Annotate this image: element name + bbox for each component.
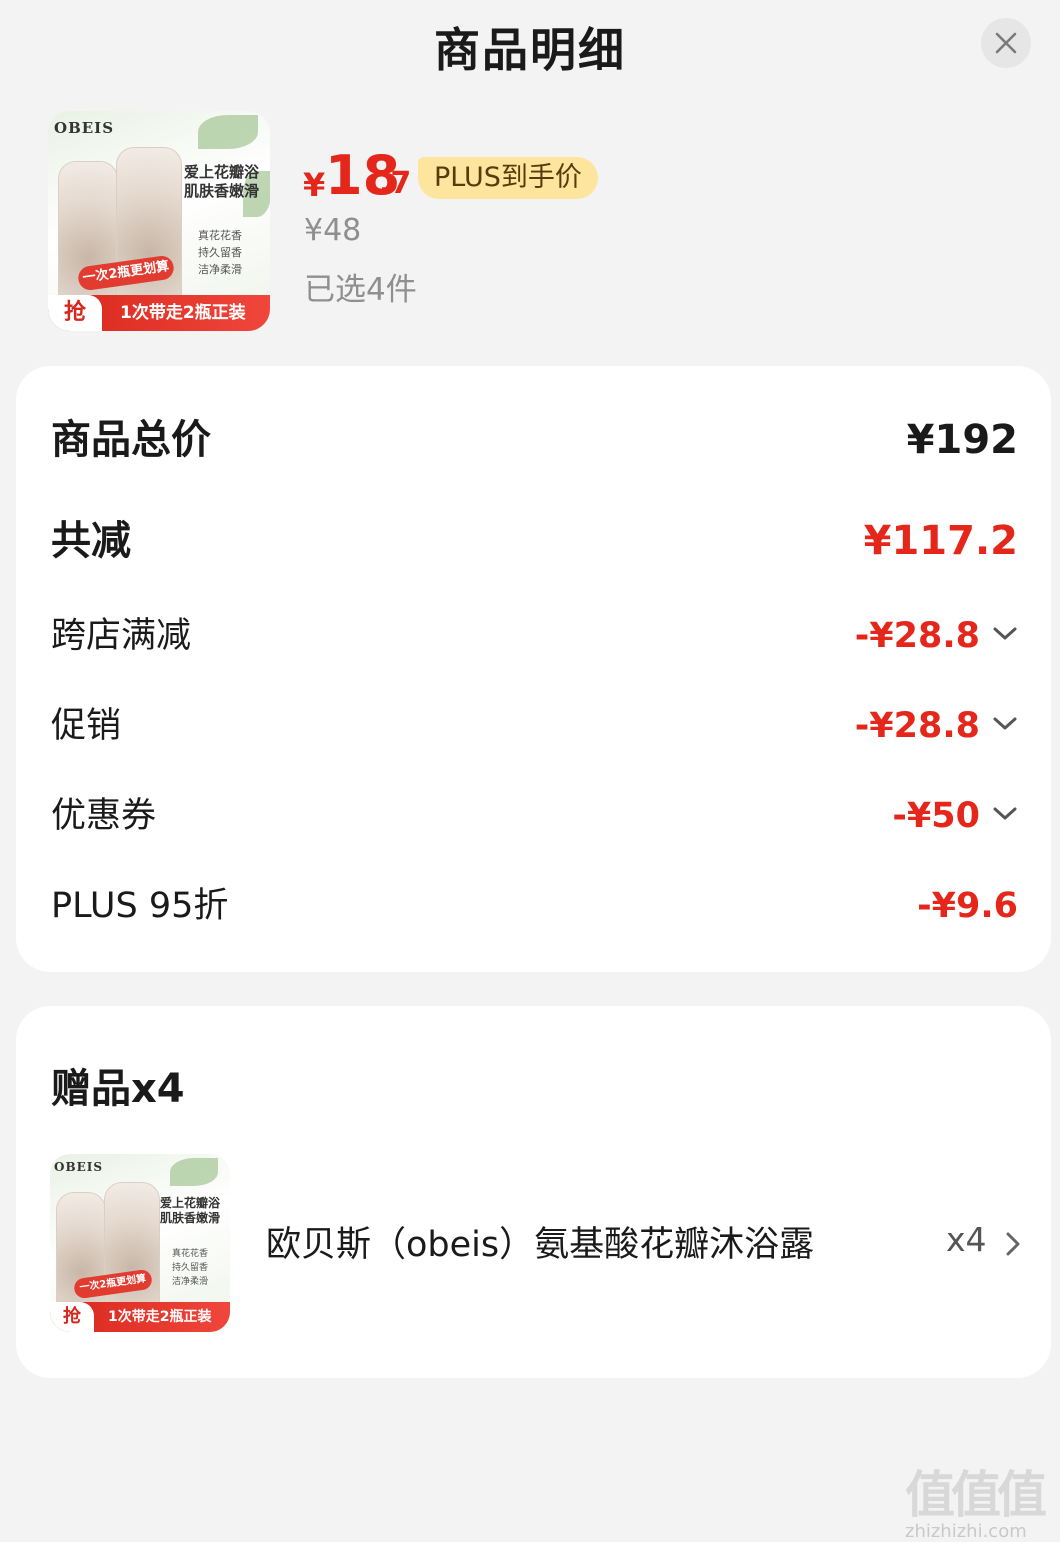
total-reduction-value: ¥117.2 (863, 518, 1018, 564)
page-title: 商品明细 (434, 23, 626, 77)
chevron-right-icon[interactable] (1004, 1230, 1022, 1258)
discount-value: -¥28.8 (854, 706, 980, 746)
total-price-row: 商品总价 ¥192 (51, 410, 1018, 470)
price-currency: ¥ (303, 166, 326, 204)
chevron-down-icon[interactable] (992, 624, 1018, 644)
discount-row-plus: PLUS 95折 -¥9.6 (51, 876, 1018, 936)
discount-row-promotion[interactable]: 促销 -¥28.8 (51, 696, 1018, 756)
promo-bar-text: 1次带走2瓶正装 (120, 303, 246, 323)
grab-label: 抢 (50, 1302, 94, 1332)
gift-item-name[interactable]: 欧贝斯（obeis）氨基酸花瓣沐浴露 (266, 1216, 846, 1267)
discount-value: -¥9.6 (917, 886, 1018, 926)
gift-item-quantity: x4 (946, 1220, 987, 1259)
total-price-value: ¥192 (906, 417, 1018, 463)
grab-label: 抢 (48, 295, 102, 331)
watermark-logo: 值值值 (905, 1466, 1047, 1524)
price-decimal: .7 (379, 166, 412, 201)
product-image[interactable]: OBEIS 爱上花瓣浴 肌肤香嫩滑 真花花香 持久留香 洁净柔滑 一次2瓶更划算… (48, 111, 270, 331)
close-icon (995, 32, 1017, 54)
promo-bar-text: 1次带走2瓶正装 (108, 1309, 212, 1325)
discount-row-cross-store[interactable]: 跨店满减 -¥28.8 (51, 606, 1018, 666)
discount-label: PLUS 95折 (51, 886, 229, 926)
total-reduction-row: 共减 ¥117.2 (51, 511, 1018, 571)
chevron-down-icon[interactable] (992, 714, 1018, 734)
original-price: ¥48 (304, 213, 362, 248)
discount-label: 优惠券 (51, 796, 157, 836)
product-headline: 爱上花瓣浴 肌肤香嫩滑 (160, 1196, 221, 1225)
plus-price-badge: PLUS到手价 (418, 157, 598, 199)
discount-value: -¥50 (892, 796, 980, 836)
total-reduction-label: 共减 (51, 518, 131, 564)
total-price-label: 商品总价 (51, 417, 211, 463)
watermark: 值值值 zhizhizhi.com (905, 1455, 1055, 1542)
gift-image[interactable]: OBEIS 爱上花瓣浴 肌肤香嫩滑 真花花香 持久留香 洁净柔滑 一次2瓶更划算… (50, 1154, 230, 1332)
close-button[interactable] (981, 18, 1031, 68)
selected-count: 已选4件 (304, 272, 417, 308)
product-headline: 爱上花瓣浴 肌肤香嫩滑 (184, 163, 260, 200)
brand-logo: OBEIS (54, 119, 115, 137)
promo-bar: 抢 1次带走2瓶正装 (50, 1302, 230, 1332)
chevron-down-icon[interactable] (992, 804, 1018, 824)
price-summary-card: 商品总价 ¥192 共减 ¥117.2 跨店满减 -¥28.8 促销 -¥28.… (16, 366, 1051, 972)
gifts-card: 赠品x4 OBEIS 爱上花瓣浴 肌肤香嫩滑 真花花香 持久留香 洁净柔滑 一次… (16, 1006, 1051, 1378)
discount-label: 促销 (51, 706, 122, 746)
promo-bar: 抢 1次带走2瓶正装 (48, 295, 270, 331)
product-bullets: 真花花香 持久留香 洁净柔滑 (172, 1249, 209, 1287)
discount-row-coupon[interactable]: 优惠券 -¥50 (51, 786, 1018, 846)
gifts-title: 赠品x4 (51, 1066, 185, 1112)
discount-label: 跨店满减 (51, 616, 192, 656)
discount-value: -¥28.8 (854, 616, 980, 656)
product-bullets: 真花花香 持久留香 洁净柔滑 (198, 229, 242, 277)
brand-logo: OBEIS (54, 1160, 104, 1174)
